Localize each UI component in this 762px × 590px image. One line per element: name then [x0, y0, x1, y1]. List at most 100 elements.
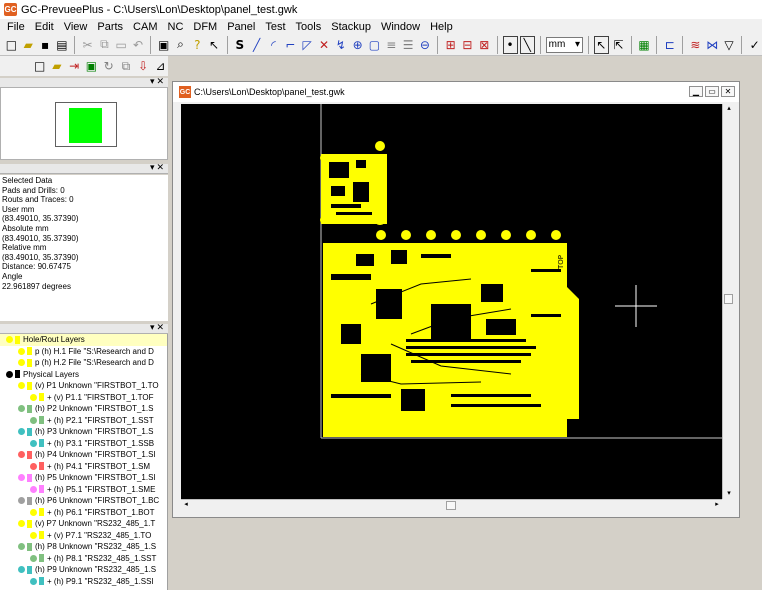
layer-row[interactable]: + (h) P8.1 "RS232_485_1.SST: [0, 553, 167, 565]
layer-visibility-icon[interactable]: [30, 416, 37, 424]
copy-icon[interactable]: ⧉: [97, 36, 112, 54]
layer-visibility-icon[interactable]: [18, 566, 25, 574]
layer-visibility-icon[interactable]: [18, 428, 25, 436]
vertical-scrollbar[interactable]: ▴ ▾: [722, 104, 734, 499]
panel-controls-icon[interactable]: ▾✕: [150, 322, 166, 333]
open-panel-icon[interactable]: ▰: [49, 57, 64, 75]
menu-parts[interactable]: Parts: [92, 21, 128, 33]
menu-nc[interactable]: NC: [163, 21, 189, 33]
slash-icon[interactable]: ╲: [519, 35, 535, 54]
layer-visibility-icon[interactable]: [18, 359, 25, 367]
horizontal-scroll-thumb[interactable]: [446, 501, 456, 510]
move-icon[interactable]: ⊕: [350, 36, 365, 54]
layers-icon[interactable]: ≡: [384, 36, 399, 54]
layer-visibility-icon[interactable]: [30, 485, 37, 493]
export-icon[interactable]: ⇩: [136, 57, 151, 75]
layer-row[interactable]: + (v) P7.1 "RS232_485_1.TO: [0, 530, 167, 542]
trace-icon[interactable]: ↯: [333, 36, 348, 54]
open-icon[interactable]: ▰: [21, 36, 36, 54]
layer-row[interactable]: (h) P2 Unknown "FIRSTBOT_1.S: [0, 403, 167, 415]
measure-icon[interactable]: ⊞: [443, 36, 458, 54]
layer-visibility-icon[interactable]: [30, 508, 37, 516]
draw-shape-icon[interactable]: ◸: [300, 36, 315, 54]
net-icon[interactable]: ⋈: [705, 36, 720, 54]
menu-panel[interactable]: Panel: [222, 21, 260, 33]
layer-visibility-icon[interactable]: [6, 370, 13, 378]
layer-visibility-icon[interactable]: [30, 462, 37, 470]
units-dropdown[interactable]: mm ▾: [545, 36, 583, 53]
draw-arc-icon[interactable]: ◜: [266, 36, 281, 54]
menu-dfm[interactable]: DFM: [188, 21, 222, 33]
restore-button[interactable]: ▭: [705, 86, 719, 97]
layer-row[interactable]: (h) P4 Unknown "FIRSTBOT_1.SI: [0, 449, 167, 461]
scroll-right-icon[interactable]: ▸: [712, 500, 722, 512]
horizontal-scrollbar[interactable]: ◂ ▸: [181, 499, 722, 512]
layer-row[interactable]: (v) P1 Unknown "FIRSTBOT_1.TO: [0, 380, 167, 392]
print-icon[interactable]: ▤: [54, 36, 69, 54]
panel-controls-icon[interactable]: ▾✕: [150, 76, 166, 87]
filter-icon[interactable]: ▽: [722, 36, 737, 54]
pcb-canvas[interactable]: TOP: [181, 104, 722, 499]
layer-row[interactable]: + (h) P5.1 "FIRSTBOT_1.SME: [0, 484, 167, 496]
vertical-scroll-thumb[interactable]: [724, 294, 733, 304]
menu-view[interactable]: View: [59, 21, 93, 33]
menu-edit[interactable]: Edit: [30, 21, 59, 33]
menu-test[interactable]: Test: [260, 21, 290, 33]
print-preview-icon[interactable]: ▣: [156, 36, 171, 54]
layer-row[interactable]: + (h) P2.1 "FIRSTBOT_1.SST: [0, 415, 167, 427]
list-icon[interactable]: ☰: [401, 36, 416, 54]
select-nodes-icon[interactable]: ⇱: [611, 36, 626, 54]
layer-row[interactable]: (h) P6 Unknown "FIRSTBOT_1.BC: [0, 495, 167, 507]
panel-controls-icon[interactable]: ▾✕: [150, 162, 166, 173]
chart-icon[interactable]: ⊿: [153, 57, 168, 75]
menu-file[interactable]: File: [2, 21, 30, 33]
flag-icon[interactable]: ≋: [688, 36, 703, 54]
layer-row[interactable]: p (h) H.1 File "S:\Research and D: [0, 346, 167, 358]
help-icon[interactable]: ?: [190, 36, 205, 54]
flip-icon[interactable]: ⊏: [662, 36, 677, 54]
menu-cam[interactable]: CAM: [128, 21, 162, 33]
new-panel-icon[interactable]: □: [32, 57, 47, 75]
zoom-icon[interactable]: ⌕: [173, 36, 188, 54]
scroll-up-icon[interactable]: ▴: [724, 104, 734, 114]
cut-icon[interactable]: ✂: [80, 36, 95, 54]
draw-poly-icon[interactable]: ⌐: [283, 36, 298, 54]
panel-icon[interactable]: ▣: [84, 57, 99, 75]
layer-visibility-icon[interactable]: [18, 520, 25, 528]
layer-row[interactable]: (h) P9 Unknown "RS232_485_1.S: [0, 564, 167, 576]
layer-row[interactable]: + (h) P4.1 "FIRSTBOT_1.SM: [0, 461, 167, 473]
point-icon[interactable]: •: [502, 35, 518, 54]
close-button[interactable]: ✕: [721, 86, 735, 97]
scroll-down-icon[interactable]: ▾: [724, 489, 734, 499]
menu-help[interactable]: Help: [425, 21, 458, 33]
context-help-icon[interactable]: ↖: [207, 36, 222, 54]
check-icon[interactable]: ✓: [747, 36, 762, 54]
measure2-icon[interactable]: ⊟: [460, 36, 475, 54]
new-icon[interactable]: □: [4, 36, 19, 54]
layer-visibility-icon[interactable]: [18, 382, 25, 390]
copy-panel-icon[interactable]: ⧉: [118, 57, 133, 75]
scroll-left-icon[interactable]: ◂: [181, 500, 191, 512]
minimize-button[interactable]: ▁: [689, 86, 703, 97]
layer-visibility-icon[interactable]: [30, 393, 37, 401]
layer-visibility-icon[interactable]: [30, 577, 37, 585]
layer-visibility-icon[interactable]: [30, 554, 37, 562]
layer-visibility-icon[interactable]: [30, 531, 37, 539]
save-icon[interactable]: ▪: [38, 36, 53, 54]
select-icon[interactable]: ↖: [593, 35, 609, 54]
measure3-icon[interactable]: ⊠: [477, 36, 492, 54]
layer-visibility-icon[interactable]: [6, 336, 13, 344]
refresh-icon[interactable]: ↻: [101, 57, 116, 75]
layer-row[interactable]: Physical Layers: [0, 369, 167, 381]
layer-row[interactable]: (h) P3 Unknown "FIRSTBOT_1.S: [0, 426, 167, 438]
layer-visibility-icon[interactable]: [18, 347, 25, 355]
layer-row[interactable]: + (h) P9.1 "RS232_485_1.SSI: [0, 576, 167, 588]
layer-visibility-icon[interactable]: [18, 474, 25, 482]
undo-icon[interactable]: ↶: [131, 36, 146, 54]
menu-tools[interactable]: Tools: [291, 21, 327, 33]
layer-row[interactable]: (v) P7 Unknown "RS232_485_1.T: [0, 518, 167, 530]
layer-row[interactable]: + (v) P1.1 "FIRSTBOT_1.TOF: [0, 392, 167, 404]
layer-row[interactable]: Hole/Rout Layers: [0, 334, 167, 346]
layer-row[interactable]: (h) P8 Unknown "RS232_485_1.S: [0, 541, 167, 553]
rectangle-icon[interactable]: ▢: [367, 36, 382, 54]
